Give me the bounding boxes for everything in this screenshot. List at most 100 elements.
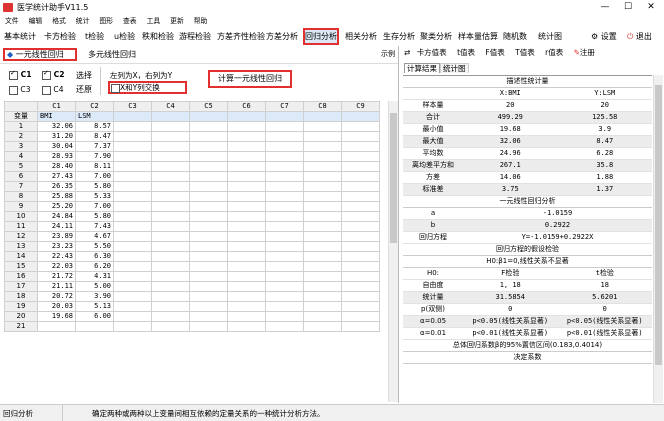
column-header[interactable]: C8: [303, 101, 342, 112]
grid-cell[interactable]: [303, 211, 342, 222]
grid-cell[interactable]: 32.06: [37, 121, 76, 132]
grid-cell[interactable]: [341, 111, 380, 122]
menu-tools[interactable]: 工具: [142, 15, 166, 28]
grid-cell[interactable]: [189, 121, 228, 132]
grid-cell[interactable]: [151, 271, 190, 282]
tool-chi-square[interactable]: 卡方检验: [44, 28, 76, 45]
compute-regression-button[interactable]: 计算一元线性回归: [208, 70, 292, 88]
grid-cell[interactable]: [265, 191, 304, 202]
column-header[interactable]: C6: [227, 101, 266, 112]
exit-button[interactable]: ⏻ 退出: [627, 28, 652, 45]
grid-cell[interactable]: [151, 221, 190, 232]
grid-cell[interactable]: [303, 251, 342, 262]
grid-cell[interactable]: [189, 241, 228, 252]
menu-format[interactable]: 格式: [47, 15, 71, 28]
grid-cell[interactable]: [341, 151, 380, 162]
grid-cell[interactable]: [341, 311, 380, 322]
grid-cell[interactable]: 31.20: [37, 131, 76, 142]
grid-cell[interactable]: 30.04: [37, 141, 76, 152]
results-vertical-scrollbar[interactable]: [653, 75, 663, 403]
grid-cell[interactable]: [303, 121, 342, 132]
grid-cell[interactable]: [265, 111, 304, 122]
grid-cell[interactable]: [113, 281, 152, 292]
grid-cell[interactable]: 5.80: [75, 181, 114, 192]
scroll-thumb[interactable]: [390, 113, 397, 243]
grid-cell[interactable]: [265, 221, 304, 232]
grid-cell[interactable]: 26.35: [37, 181, 76, 192]
menu-file[interactable]: 文件: [0, 15, 24, 28]
grid-cell[interactable]: [227, 151, 266, 162]
grid-cell[interactable]: [189, 201, 228, 212]
grid-cell[interactable]: [189, 271, 228, 282]
restore-button[interactable]: 还原: [76, 84, 92, 95]
grid-cell[interactable]: [265, 151, 304, 162]
grid-cell[interactable]: [189, 251, 228, 262]
grid-cell[interactable]: [265, 121, 304, 132]
grid-cell[interactable]: 24.84: [37, 211, 76, 222]
tool-correlation[interactable]: 相关分析: [345, 28, 377, 45]
grid-cell[interactable]: [303, 151, 342, 162]
grid-cell[interactable]: [227, 181, 266, 192]
grid-cell[interactable]: [113, 261, 152, 272]
grid-cell[interactable]: [303, 181, 342, 192]
column-header[interactable]: C3: [113, 101, 152, 112]
grid-cell[interactable]: [151, 181, 190, 192]
example-button[interactable]: 示例: [381, 48, 395, 61]
grid-cell[interactable]: [265, 261, 304, 272]
grid-cell[interactable]: [303, 171, 342, 182]
grid-cell[interactable]: [189, 311, 228, 322]
grid-cell[interactable]: 25.88: [37, 191, 76, 202]
grid-cell[interactable]: [227, 141, 266, 152]
grid-cell[interactable]: [113, 241, 152, 252]
grid-cell[interactable]: [151, 121, 190, 132]
grid-cell[interactable]: 6.20: [75, 261, 114, 272]
grid-cell[interactable]: [189, 231, 228, 242]
select-button[interactable]: 选择: [76, 70, 92, 81]
grid-cell[interactable]: [341, 231, 380, 242]
grid-cell[interactable]: [227, 231, 266, 242]
tab-chart[interactable]: 统计图: [440, 63, 469, 73]
grid-cell[interactable]: [303, 271, 342, 282]
grid-cell[interactable]: [113, 191, 152, 202]
grid-cell[interactable]: [151, 151, 190, 162]
grid-cell[interactable]: [303, 241, 342, 252]
grid-cell[interactable]: [113, 121, 152, 132]
grid-cell[interactable]: [265, 251, 304, 262]
grid-cell[interactable]: [341, 251, 380, 262]
grid-cell[interactable]: [189, 211, 228, 222]
grid-cell[interactable]: [341, 191, 380, 202]
grid-cell[interactable]: [265, 201, 304, 212]
grid-cell[interactable]: [227, 171, 266, 182]
grid-cell[interactable]: [113, 181, 152, 192]
column-header[interactable]: C7: [265, 101, 304, 112]
tool-basic-stats[interactable]: 基本统计: [4, 28, 36, 45]
grid-cell[interactable]: [151, 211, 190, 222]
grid-cell[interactable]: [227, 261, 266, 272]
grid-cell[interactable]: 21.11: [37, 281, 76, 292]
grid-cell[interactable]: [189, 321, 228, 332]
grid-cell[interactable]: [189, 291, 228, 302]
grid-cell[interactable]: [151, 311, 190, 322]
variable-name-cell[interactable]: BMI: [37, 111, 76, 122]
column-c3-checkbox[interactable]: C3: [9, 85, 31, 95]
menu-graph[interactable]: 图形: [94, 15, 118, 28]
tool-clustering[interactable]: 聚类分析: [420, 28, 452, 45]
grid-cell[interactable]: [341, 321, 380, 332]
grid-cell[interactable]: [265, 211, 304, 222]
grid-cell[interactable]: [113, 151, 152, 162]
grid-cell[interactable]: [189, 151, 228, 162]
grid-cell[interactable]: 28.93: [37, 151, 76, 162]
tab-f-table[interactable]: F值表: [485, 48, 504, 57]
swap-xy-checkbox[interactable]: X和Y列交换: [108, 81, 187, 94]
column-header[interactable]: C2: [75, 101, 114, 112]
grid-cell[interactable]: 5.00: [75, 281, 114, 292]
tool-t-test[interactable]: t检验: [85, 28, 104, 45]
grid-cell[interactable]: [265, 281, 304, 292]
grid-cell[interactable]: [227, 321, 266, 332]
grid-cell[interactable]: [113, 221, 152, 232]
grid-cell[interactable]: [113, 271, 152, 282]
grid-cell[interactable]: [265, 241, 304, 252]
scroll-thumb[interactable]: [655, 85, 662, 365]
grid-cell[interactable]: [341, 211, 380, 222]
grid-cell[interactable]: 22.43: [37, 251, 76, 262]
